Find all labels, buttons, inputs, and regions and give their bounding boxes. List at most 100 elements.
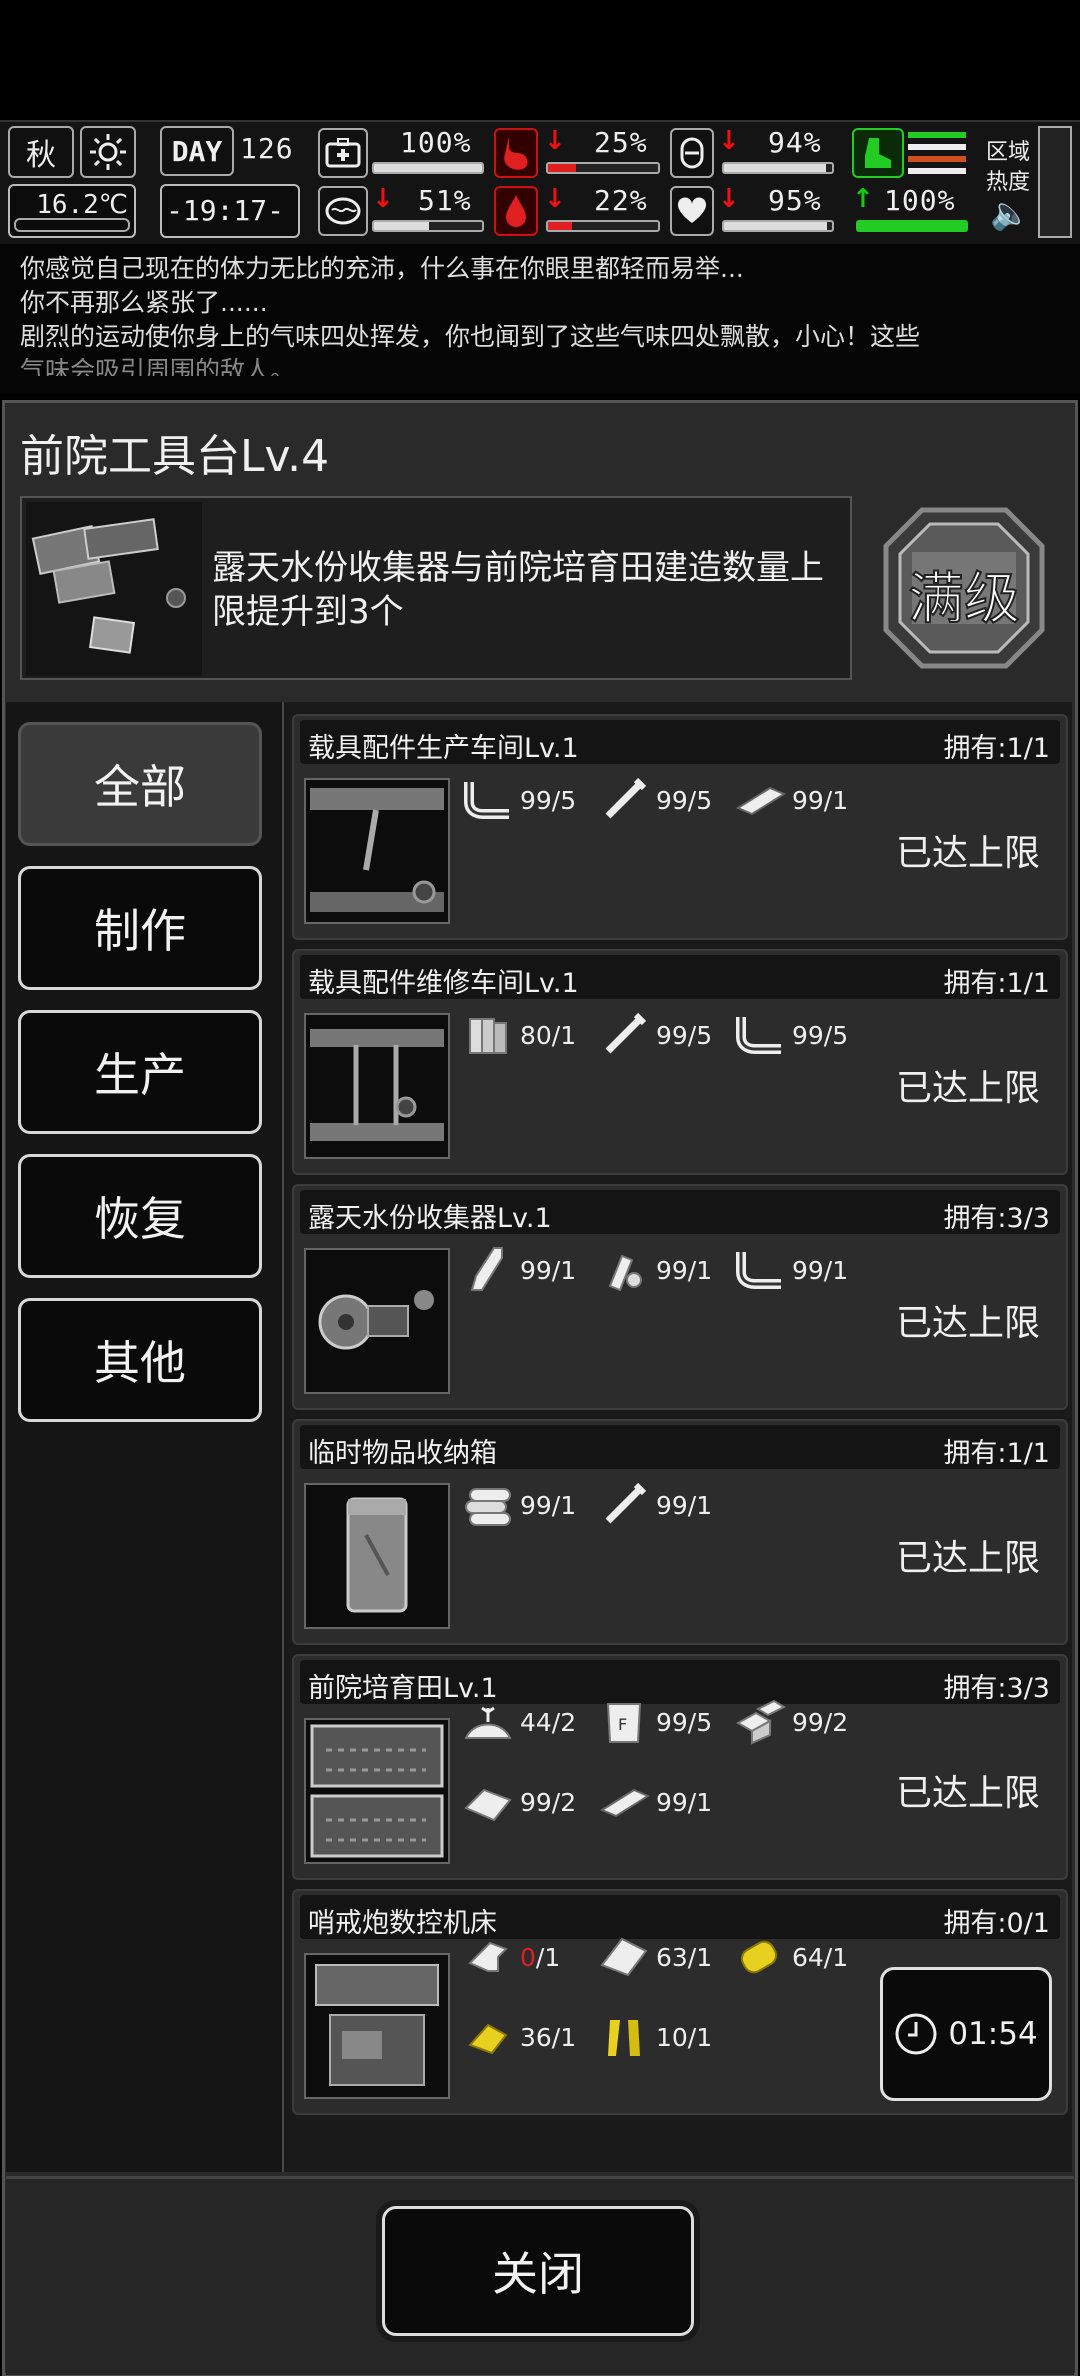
- season-badge: 秋: [8, 126, 74, 178]
- recipe-card[interactable]: 哨戒炮数控机床 拥有:0/1 0/1 63/1 64/1 36/1 10/1 0…: [292, 1889, 1068, 2115]
- max-level-label: 满级: [907, 566, 1021, 633]
- log-line: 剧烈的运动使你身上的气味四处挥发，你也闻到了这些气味四处飘散，小心！这些: [20, 322, 921, 351]
- recipe-image: [304, 1953, 450, 2099]
- log-line: 你不再那么紧张了......: [20, 288, 268, 317]
- material: F 99/5: [596, 1698, 712, 1746]
- recipe-owned: 拥有:1/1: [943, 1438, 1050, 1469]
- recipe-card[interactable]: 露天水份收集器Lv.1 拥有:3/3 99/1 99/1 99/1 已达上限: [292, 1184, 1068, 1410]
- fertilizer-icon: F: [596, 1698, 652, 1746]
- waterbag-value: 94%: [768, 126, 822, 159]
- hunger-down-arrow: ↓: [544, 126, 566, 156]
- clock: -19:17-: [166, 194, 285, 227]
- stamina-level-lines: [908, 132, 966, 176]
- recipe-card[interactable]: 前院培育田Lv.1 拥有:3/3 44/2 F 99/5 99/2 99/2 99…: [292, 1654, 1068, 1880]
- workbench-image: [26, 502, 202, 676]
- max-reached-label: 已达上限: [895, 1773, 1040, 1814]
- category-craft[interactable]: 制作: [18, 866, 262, 990]
- mood-down-arrow: ↓: [718, 184, 740, 214]
- max-level-badge: 满级: [882, 506, 1046, 670]
- material: 99/1: [596, 1778, 712, 1826]
- steel-plate-icon: [596, 1778, 652, 1826]
- material-count: 99/5: [656, 1020, 713, 1050]
- recipe-owned: 拥有:3/3: [943, 1203, 1050, 1234]
- status-bar: 秋 16.2℃ DAY 126 -19:17- 100% ↓ 51% ↓ 25%…: [0, 120, 1080, 246]
- material-count: 44/2: [520, 1707, 577, 1737]
- screw-icon: [596, 1481, 652, 1529]
- log-line: 气味会吸引周围的敌人。: [20, 356, 296, 376]
- bottle-icon: [460, 1246, 516, 1294]
- craft-timer-button[interactable]: 01:54: [880, 1967, 1052, 2101]
- mood-bar: [722, 220, 834, 232]
- max-reached-label: 已达上限: [895, 1303, 1040, 1344]
- zone-label-2: 热度: [986, 170, 1031, 195]
- category-restore[interactable]: 恢复: [18, 1154, 262, 1278]
- material-count: 99/1: [520, 1490, 577, 1520]
- recipe-name: 露天水份收集器Lv.1: [308, 1203, 552, 1234]
- material-count: 99/5: [656, 785, 713, 815]
- material: 99/2: [460, 1778, 576, 1826]
- bricks-icon: [732, 1698, 788, 1746]
- material-count: 99/5: [520, 785, 577, 815]
- material: 99/1: [460, 1481, 576, 1529]
- material-count: 64/1: [792, 1942, 849, 1972]
- recipe-owned: 拥有:3/3: [943, 1673, 1050, 1704]
- material: 99/5: [596, 776, 712, 824]
- recipe-header: 载具配件生产车间Lv.1 拥有:1/1: [300, 720, 1060, 764]
- recipe-image: [304, 1483, 450, 1629]
- close-button[interactable]: 关闭: [382, 2206, 694, 2336]
- recipe-card[interactable]: 载具配件生产车间Lv.1 拥有:1/1 99/5 99/5 99/1 已达上限: [292, 714, 1068, 940]
- health-value: 100%: [400, 126, 472, 159]
- material-count: 99/2: [520, 1787, 577, 1817]
- recipe-card[interactable]: 临时物品收纳箱 拥有:1/1 99/1 99/1 已达上限: [292, 1419, 1068, 1645]
- material: 10/1: [596, 2013, 712, 2061]
- stamina-value: 100%: [884, 184, 956, 217]
- circuit-icon: [460, 2013, 516, 2061]
- material: 99/1: [732, 1246, 848, 1294]
- material-count: 36/1: [520, 2022, 577, 2052]
- material-have: 0: [520, 1942, 536, 1972]
- material-count: 63/1: [656, 1942, 713, 1972]
- material-count: 99/1: [656, 1787, 713, 1817]
- sun-icon: [80, 126, 136, 178]
- material-count: 0/1: [520, 1943, 560, 1972]
- svg-text:F: F: [618, 1715, 627, 1734]
- max-reached-label: 已达上限: [895, 1538, 1040, 1579]
- workbench-description-box: 露天水份收集器与前院培育田建造数量上限提升到3个: [20, 496, 852, 680]
- metal-sheet-icon: [596, 1933, 652, 1981]
- recipe-card[interactable]: 载具配件维修车间Lv.1 拥有:1/1 80/1 99/5 99/5 已达上限: [292, 949, 1068, 1175]
- material: 80/1: [460, 1011, 576, 1059]
- temperature: 16.2℃: [36, 190, 128, 220]
- mind-value: 51%: [418, 184, 472, 217]
- material: 0/1: [460, 1933, 560, 1981]
- message-log: 你感觉自己现在的体力无比的充沛，什么事在你眼里都轻而易举... 你不再那么紧张了…: [0, 244, 1080, 394]
- category-other[interactable]: 其他: [18, 1298, 262, 1422]
- material-count: 80/1: [520, 1020, 577, 1050]
- pipe-icon: [460, 776, 516, 824]
- steel-plate-icon: [732, 776, 788, 824]
- gold-tape-icon: [596, 2013, 652, 2061]
- material-count: 99/2: [792, 1707, 849, 1737]
- stamina-up-arrow: ↑: [852, 184, 874, 214]
- category-all[interactable]: 全部: [18, 722, 262, 846]
- material-count: 99/5: [792, 1020, 849, 1050]
- pipe-icon: [732, 1246, 788, 1294]
- wood-icon: [460, 1011, 516, 1059]
- hunger-bar: [546, 162, 660, 174]
- material: 99/1: [460, 1246, 576, 1294]
- recipe-image: [304, 778, 450, 924]
- recipe-owned: 拥有:1/1: [943, 968, 1050, 999]
- recipe-owned: 拥有:0/1: [943, 1908, 1050, 1939]
- material: 99/1: [732, 776, 848, 824]
- speaker-icon[interactable]: 🔈: [990, 194, 1030, 232]
- gun-part-icon: [460, 1933, 516, 1981]
- category-produce[interactable]: 生产: [18, 1010, 262, 1134]
- recipe-image: [304, 1013, 450, 1159]
- stomach-icon: [494, 128, 538, 178]
- thirst-bar: [546, 220, 660, 232]
- recipe-name: 载具配件维修车间Lv.1: [308, 968, 579, 999]
- clock-icon: [895, 2013, 937, 2055]
- day-label: DAY: [171, 134, 223, 168]
- material-count: 99/5: [656, 1707, 713, 1737]
- material-count: 99/1: [792, 785, 849, 815]
- recipe-image: [304, 1718, 450, 1864]
